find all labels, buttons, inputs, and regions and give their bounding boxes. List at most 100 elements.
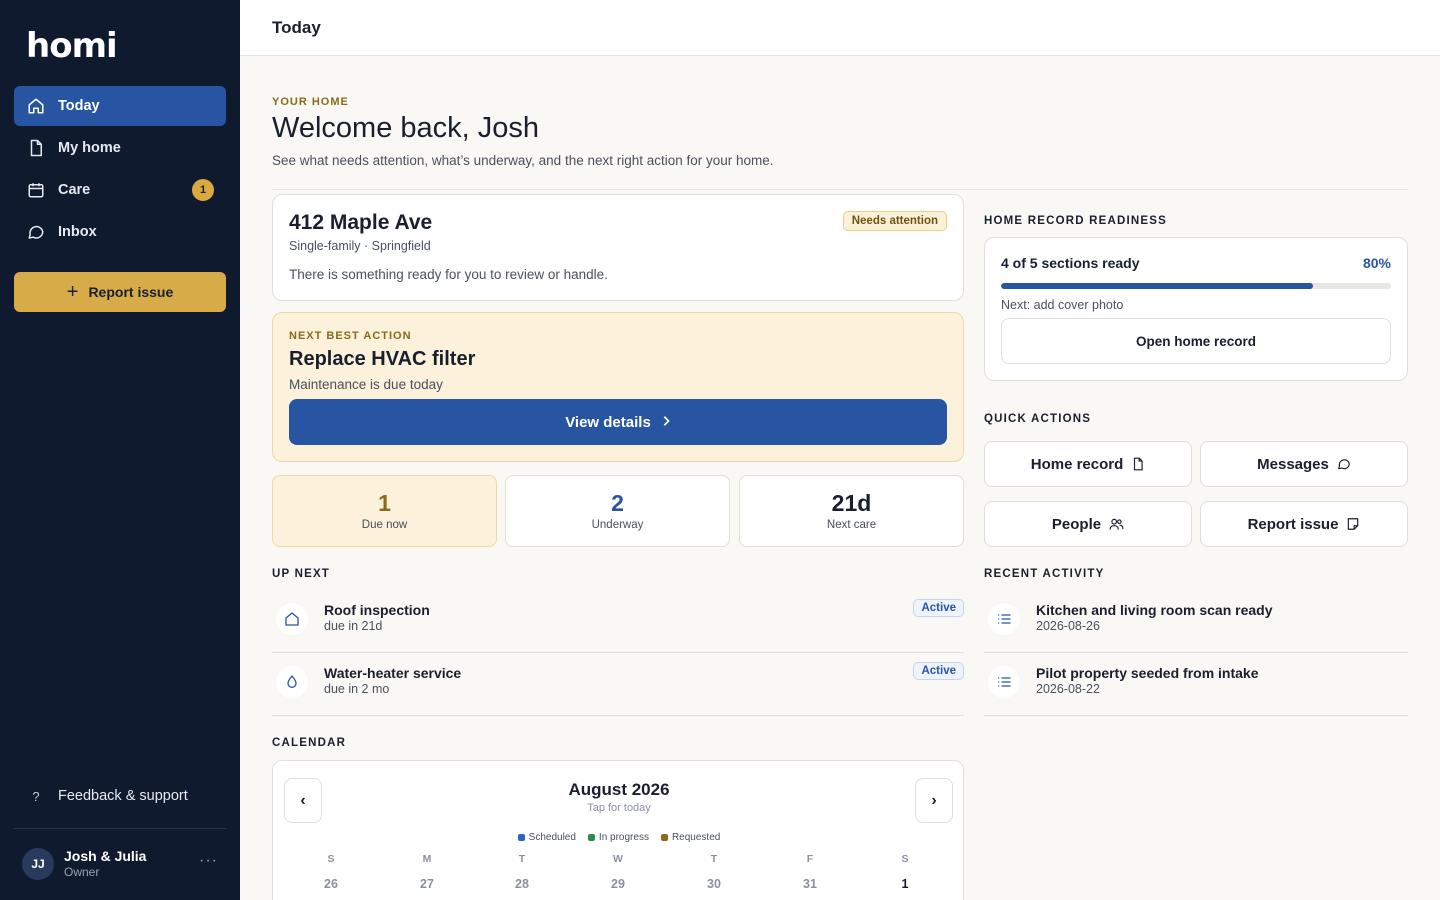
top-bar: Today bbox=[240, 0, 1440, 56]
stat-label: Next care bbox=[826, 519, 877, 531]
item-due: due in 21d bbox=[324, 619, 383, 633]
welcome-eyebrow: YOUR HOME bbox=[272, 96, 349, 108]
homi-logo[interactable]: homi bbox=[26, 29, 118, 63]
activity-title: Pilot property seeded from intake bbox=[1036, 665, 1259, 681]
readiness-card: 4 of 5 sections ready 80% Next: add cove… bbox=[984, 237, 1408, 381]
view-details-button[interactable]: View details bbox=[289, 399, 947, 445]
user-role: Owner bbox=[64, 865, 100, 879]
report-issue-label: Report issue bbox=[88, 284, 174, 300]
list-icon bbox=[988, 666, 1020, 698]
messages-button[interactable]: Messages bbox=[1200, 441, 1408, 487]
sidebar-nav: Today My home Care 1 Inbox bbox=[14, 86, 226, 254]
weekday-label: T bbox=[710, 853, 718, 865]
calendar-card: ‹ › August 2026 Tap for today Scheduled … bbox=[272, 760, 964, 900]
calendar-day[interactable]: 29 bbox=[598, 877, 638, 891]
legend-swatch bbox=[517, 833, 525, 841]
stat-label: Due now bbox=[361, 519, 408, 531]
property-description: There is something ready for you to revi… bbox=[289, 267, 608, 282]
readiness-progress-bar bbox=[1001, 283, 1391, 289]
stat-value: 21d bbox=[831, 490, 872, 516]
calendar-day[interactable]: 1 bbox=[885, 877, 925, 891]
weekday-label: S bbox=[901, 853, 909, 865]
stat-underway[interactable]: 2 Underway bbox=[505, 475, 730, 547]
button-label: People bbox=[1051, 515, 1102, 533]
report-issue-quick-button[interactable]: Report issue bbox=[1200, 501, 1408, 547]
list-item[interactable]: Water-heater service due in 2 mo Active bbox=[272, 653, 964, 716]
sidebar-item-label: Today bbox=[58, 98, 100, 114]
chat-icon bbox=[1337, 457, 1351, 471]
status-badge: Needs attention bbox=[842, 211, 947, 231]
feedback-label: Feedback & support bbox=[58, 788, 188, 804]
document-icon bbox=[26, 138, 46, 158]
weekday-label: T bbox=[518, 853, 526, 865]
sidebar-item-inbox[interactable]: Inbox bbox=[14, 212, 226, 252]
list-item[interactable]: Roof inspection due in 21d Active bbox=[272, 590, 964, 653]
feedback-support-link[interactable]: ? Feedback & support bbox=[14, 776, 226, 816]
activity-date: 2026-08-22 bbox=[1036, 682, 1100, 696]
droplet-icon bbox=[276, 666, 308, 698]
calendar-day[interactable]: 28 bbox=[502, 877, 542, 891]
user-profile[interactable]: JJ Josh & Julia Owner ··· bbox=[22, 844, 226, 884]
home-icon bbox=[26, 96, 46, 116]
legend-label: Scheduled bbox=[528, 832, 576, 843]
activity-title: Kitchen and living room scan ready bbox=[1036, 602, 1273, 618]
readiness-percent: 80% bbox=[1362, 255, 1391, 271]
button-label: Report issue bbox=[1247, 515, 1339, 533]
chevron-right-icon bbox=[661, 414, 671, 430]
item-title: Water-heater service bbox=[324, 665, 462, 681]
next-best-action-card: NEXT BEST ACTION Replace HVAC filter Mai… bbox=[272, 312, 964, 462]
calendar-day[interactable]: 26 bbox=[311, 877, 351, 891]
up-next-heading: UP NEXT bbox=[272, 568, 331, 580]
weekday-label: F bbox=[806, 853, 814, 865]
readiness-progress-fill bbox=[1001, 283, 1313, 289]
activity-item[interactable]: Kitchen and living room scan ready 2026-… bbox=[984, 590, 1408, 653]
property-details: Single-family · Springfield bbox=[289, 239, 431, 253]
people-button[interactable]: People bbox=[984, 501, 1192, 547]
page-title: Today bbox=[272, 18, 321, 37]
readiness-next-step: Next: add cover photo bbox=[1001, 298, 1124, 312]
sidebar-item-today[interactable]: Today bbox=[14, 86, 226, 126]
calendar-icon bbox=[26, 180, 46, 200]
button-label: Home record bbox=[1030, 455, 1124, 473]
welcome-heading: Welcome back, Josh bbox=[272, 112, 540, 144]
list-icon bbox=[988, 603, 1020, 635]
stat-due-now[interactable]: 1 Due now bbox=[272, 475, 497, 547]
legend-label: In progress bbox=[598, 832, 649, 843]
report-issue-button[interactable]: + Report issue bbox=[14, 272, 226, 312]
more-options-icon[interactable]: ··· bbox=[199, 852, 218, 870]
legend-swatch bbox=[587, 833, 595, 841]
home-icon bbox=[276, 603, 308, 635]
nba-title: Replace HVAC filter bbox=[289, 348, 476, 370]
sidebar-item-my-home[interactable]: My home bbox=[14, 128, 226, 168]
sidebar-item-label: Care bbox=[58, 182, 91, 198]
sidebar-item-label: My home bbox=[58, 140, 121, 156]
calendar-legend: Scheduled In progress Requested bbox=[273, 832, 965, 843]
calendar-day[interactable]: 27 bbox=[407, 877, 447, 891]
legend-item: In progress bbox=[587, 832, 649, 843]
plus-icon: + bbox=[66, 281, 79, 303]
open-home-record-button[interactable]: Open home record bbox=[1001, 318, 1391, 364]
activity-item[interactable]: Pilot property seeded from intake 2026-0… bbox=[984, 653, 1408, 716]
legend-item: Scheduled bbox=[517, 832, 576, 843]
legend-swatch bbox=[660, 833, 668, 841]
sidebar-divider bbox=[14, 828, 226, 829]
calendar-month[interactable]: August 2026 bbox=[273, 780, 965, 800]
user-name: Josh & Julia bbox=[64, 848, 147, 864]
property-card[interactable]: 412 Maple Ave Single-family · Springfiel… bbox=[272, 194, 964, 301]
sidebar-item-care[interactable]: Care 1 bbox=[14, 170, 226, 210]
divider bbox=[272, 189, 1408, 190]
welcome-subtitle: See what needs attention, what’s underwa… bbox=[272, 153, 774, 168]
sidebar: homi Today My home Care 1 Inbox + Report… bbox=[0, 0, 240, 900]
activity-date: 2026-08-26 bbox=[1036, 619, 1100, 633]
chat-icon bbox=[26, 222, 46, 242]
calendar-day[interactable]: 30 bbox=[694, 877, 734, 891]
weekday-label: S bbox=[327, 853, 335, 865]
nba-eyebrow: NEXT BEST ACTION bbox=[289, 330, 412, 342]
calendar-day[interactable]: 31 bbox=[790, 877, 830, 891]
stat-label: Underway bbox=[591, 519, 644, 531]
home-record-button[interactable]: Home record bbox=[984, 441, 1192, 487]
property-address: 412 Maple Ave bbox=[289, 211, 433, 234]
view-details-label: View details bbox=[565, 413, 651, 431]
stat-next-care[interactable]: 21d Next care bbox=[739, 475, 964, 547]
nba-subtitle: Maintenance is due today bbox=[289, 377, 443, 392]
